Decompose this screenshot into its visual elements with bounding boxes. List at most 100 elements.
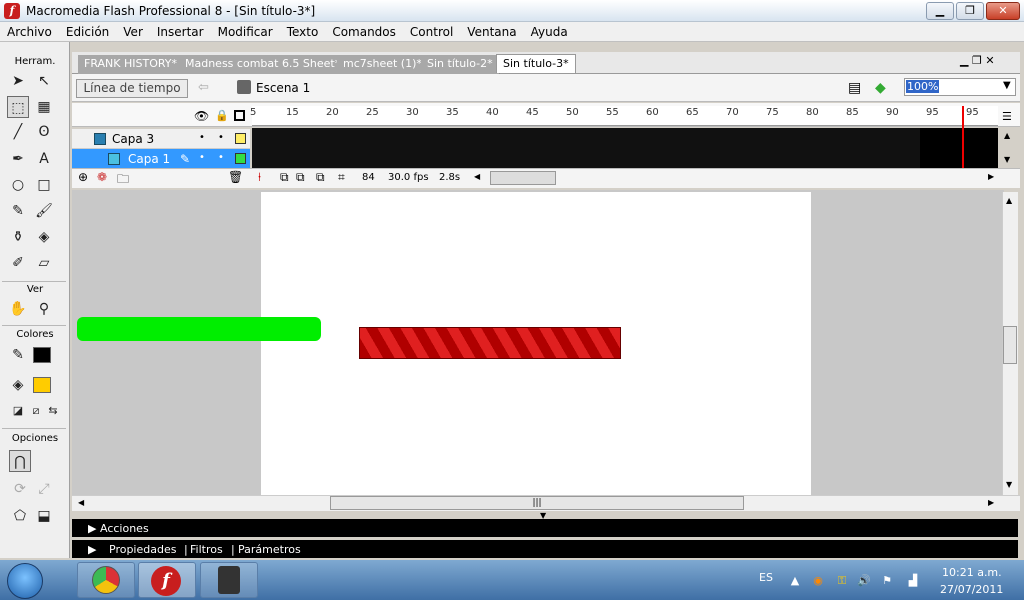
close-icon[interactable]: ✕: [986, 2, 1020, 20]
pencil-icon[interactable]: ✎: [7, 200, 29, 222]
trash-icon[interactable]: 🗑: [228, 170, 243, 184]
pen-tool-icon[interactable]: ✒: [7, 148, 29, 170]
volume-icon[interactable]: 🔊: [857, 574, 871, 588]
tab-filtros[interactable]: Filtros: [190, 543, 223, 556]
edit-multiple-icon[interactable]: ⧉: [316, 170, 325, 185]
onion-outline-icon[interactable]: ⧉: [296, 170, 305, 185]
lasso-icon[interactable]: ʘ: [33, 121, 55, 143]
selection-arrow-icon[interactable]: ➤: [7, 70, 29, 92]
expand-arrow-icon[interactable]: ▶: [88, 543, 96, 556]
lock-dot[interactable]: •: [218, 152, 224, 163]
show-hidden-icons-icon[interactable]: ▲: [788, 574, 802, 588]
text-tool-icon[interactable]: A: [33, 148, 55, 170]
horizontal-scroll-thumb[interactable]: |||: [330, 496, 744, 510]
chevron-up-icon[interactable]: ▲: [1006, 196, 1012, 205]
chevron-down-icon[interactable]: ▼: [1003, 80, 1011, 91]
tab-sin-titulo-3[interactable]: Sin título-3*: [496, 54, 576, 73]
menu-archivo[interactable]: Archivo: [0, 25, 59, 39]
clock-time[interactable]: 10:21 a.m.: [942, 566, 1002, 579]
rectangle-tool-icon[interactable]: □: [33, 174, 55, 196]
minimize-icon[interactable]: ▁: [926, 2, 954, 20]
expand-arrow-icon[interactable]: ▶: [88, 522, 96, 535]
scroll-left-icon[interactable]: ◀: [78, 498, 84, 507]
menu-edicion[interactable]: Edición: [59, 25, 116, 39]
security-icon[interactable]: ⚿: [835, 574, 849, 588]
swap-colors-icon[interactable]: ⇆: [42, 400, 64, 422]
eraser-icon[interactable]: ▱: [33, 252, 55, 274]
timeline-menu-icon[interactable]: ☰: [1002, 110, 1012, 123]
back-arrow-icon[interactable]: ⇦: [198, 80, 209, 95]
vertical-scroll-thumb[interactable]: [1003, 326, 1017, 364]
lock-dot[interactable]: •: [218, 132, 224, 143]
onion-skin-icon[interactable]: ⧉: [280, 170, 289, 185]
menu-insertar[interactable]: Insertar: [150, 25, 211, 39]
visibility-dot[interactable]: •: [199, 132, 205, 143]
scale-option-icon[interactable]: ⤢: [33, 478, 55, 500]
actions-panel-bar[interactable]: ▶ Acciones: [72, 519, 1018, 537]
tab-frank-history[interactable]: FRANK HISTORY*: [78, 55, 185, 74]
subselection-arrow-icon[interactable]: ↖: [33, 70, 55, 92]
frame-grid[interactable]: [252, 128, 998, 168]
document-window-controls[interactable]: ▁ ❐ ✕: [960, 54, 995, 67]
hand-tool-icon[interactable]: ✋: [7, 298, 29, 320]
lock-icon[interactable]: 🔒: [215, 109, 229, 122]
tab-propiedades[interactable]: Propiedades: [109, 543, 176, 556]
brush-icon[interactable]: 🖌: [33, 200, 55, 222]
add-layer-icon[interactable]: ⊕: [78, 170, 88, 184]
red-striped-bar-shape[interactable]: [359, 327, 621, 359]
menu-ayuda[interactable]: Ayuda: [524, 25, 575, 39]
language-indicator[interactable]: ES: [759, 571, 773, 584]
layer-row-capa-1[interactable]: Capa 1 ✎ • •: [72, 149, 250, 169]
playhead[interactable]: [962, 106, 964, 168]
chevron-down-icon[interactable]: ▼: [1004, 155, 1010, 164]
restore-icon[interactable]: ❐: [956, 2, 984, 20]
edit-scene-icon[interactable]: ▤: [848, 80, 861, 96]
menu-control[interactable]: Control: [403, 25, 460, 39]
outline-icon[interactable]: [234, 110, 245, 121]
fill-color-swatch[interactable]: [33, 377, 51, 393]
tab-sin-titulo-2[interactable]: Sin título-2*: [421, 55, 500, 74]
free-transform-icon[interactable]: ⬚: [7, 96, 29, 118]
menu-texto[interactable]: Texto: [280, 25, 326, 39]
modify-markers-icon[interactable]: ⌗: [338, 170, 345, 185]
chevron-down-icon[interactable]: ▼: [1006, 480, 1012, 489]
eyedropper-icon[interactable]: ✐: [7, 252, 29, 274]
outline-color-box[interactable]: [235, 133, 246, 144]
scroll-right-icon[interactable]: ▶: [988, 498, 994, 507]
snap-magnet-icon[interactable]: ⋂: [9, 450, 31, 472]
stroke-color-swatch[interactable]: [33, 347, 51, 363]
center-frame-icon[interactable]: ⍿: [258, 170, 261, 185]
timeline-toggle-button[interactable]: Línea de tiempo: [76, 79, 188, 98]
visibility-dot[interactable]: •: [199, 152, 205, 163]
chevron-up-icon[interactable]: ▲: [1004, 131, 1010, 140]
green-bar-shape[interactable]: [77, 317, 321, 341]
avast-icon[interactable]: ◉: [811, 574, 825, 588]
scroll-right-icon[interactable]: ▶: [988, 172, 994, 181]
add-folder-icon[interactable]: 🗀: [117, 170, 129, 191]
menu-ventana[interactable]: Ventana: [460, 25, 523, 39]
ink-bottle-icon[interactable]: ⚱: [7, 226, 29, 248]
tab-madness-combat[interactable]: Madness combat 6.5 Sheet*: [179, 55, 348, 74]
clock-date[interactable]: 27/07/2011: [940, 583, 1003, 596]
menu-comandos[interactable]: Comandos: [325, 25, 403, 39]
menu-ver[interactable]: Ver: [116, 25, 150, 39]
network-icon[interactable]: ▟: [906, 574, 920, 588]
tab-mc7sheet[interactable]: mc7sheet (1)*: [337, 55, 429, 74]
envelope-option-icon[interactable]: ⬓: [33, 505, 55, 527]
distort-option-icon[interactable]: ⬠: [9, 505, 31, 527]
tab-parametros[interactable]: Parámetros: [238, 543, 301, 556]
paint-bucket-icon[interactable]: ◈: [33, 226, 55, 248]
layer-row-capa-3[interactable]: Capa 3 • •: [72, 129, 250, 149]
start-button[interactable]: [7, 563, 43, 599]
line-tool-icon[interactable]: ╱: [7, 121, 29, 143]
outline-color-box[interactable]: [235, 153, 246, 164]
oval-tool-icon[interactable]: ○: [7, 174, 29, 196]
edit-symbol-icon[interactable]: ◆: [875, 80, 886, 96]
properties-panel-bar[interactable]: ▶ Propiedades | Filtros | Parámetros: [72, 540, 1018, 558]
add-guide-layer-icon[interactable]: ❁: [97, 170, 107, 184]
eye-icon[interactable]: 👁: [194, 109, 209, 123]
fill-transform-icon[interactable]: ▦: [33, 96, 55, 118]
frame-keyframes[interactable]: [920, 128, 998, 168]
scroll-left-icon[interactable]: ◀: [474, 172, 480, 181]
action-center-flag-icon[interactable]: ⚑: [880, 574, 894, 588]
